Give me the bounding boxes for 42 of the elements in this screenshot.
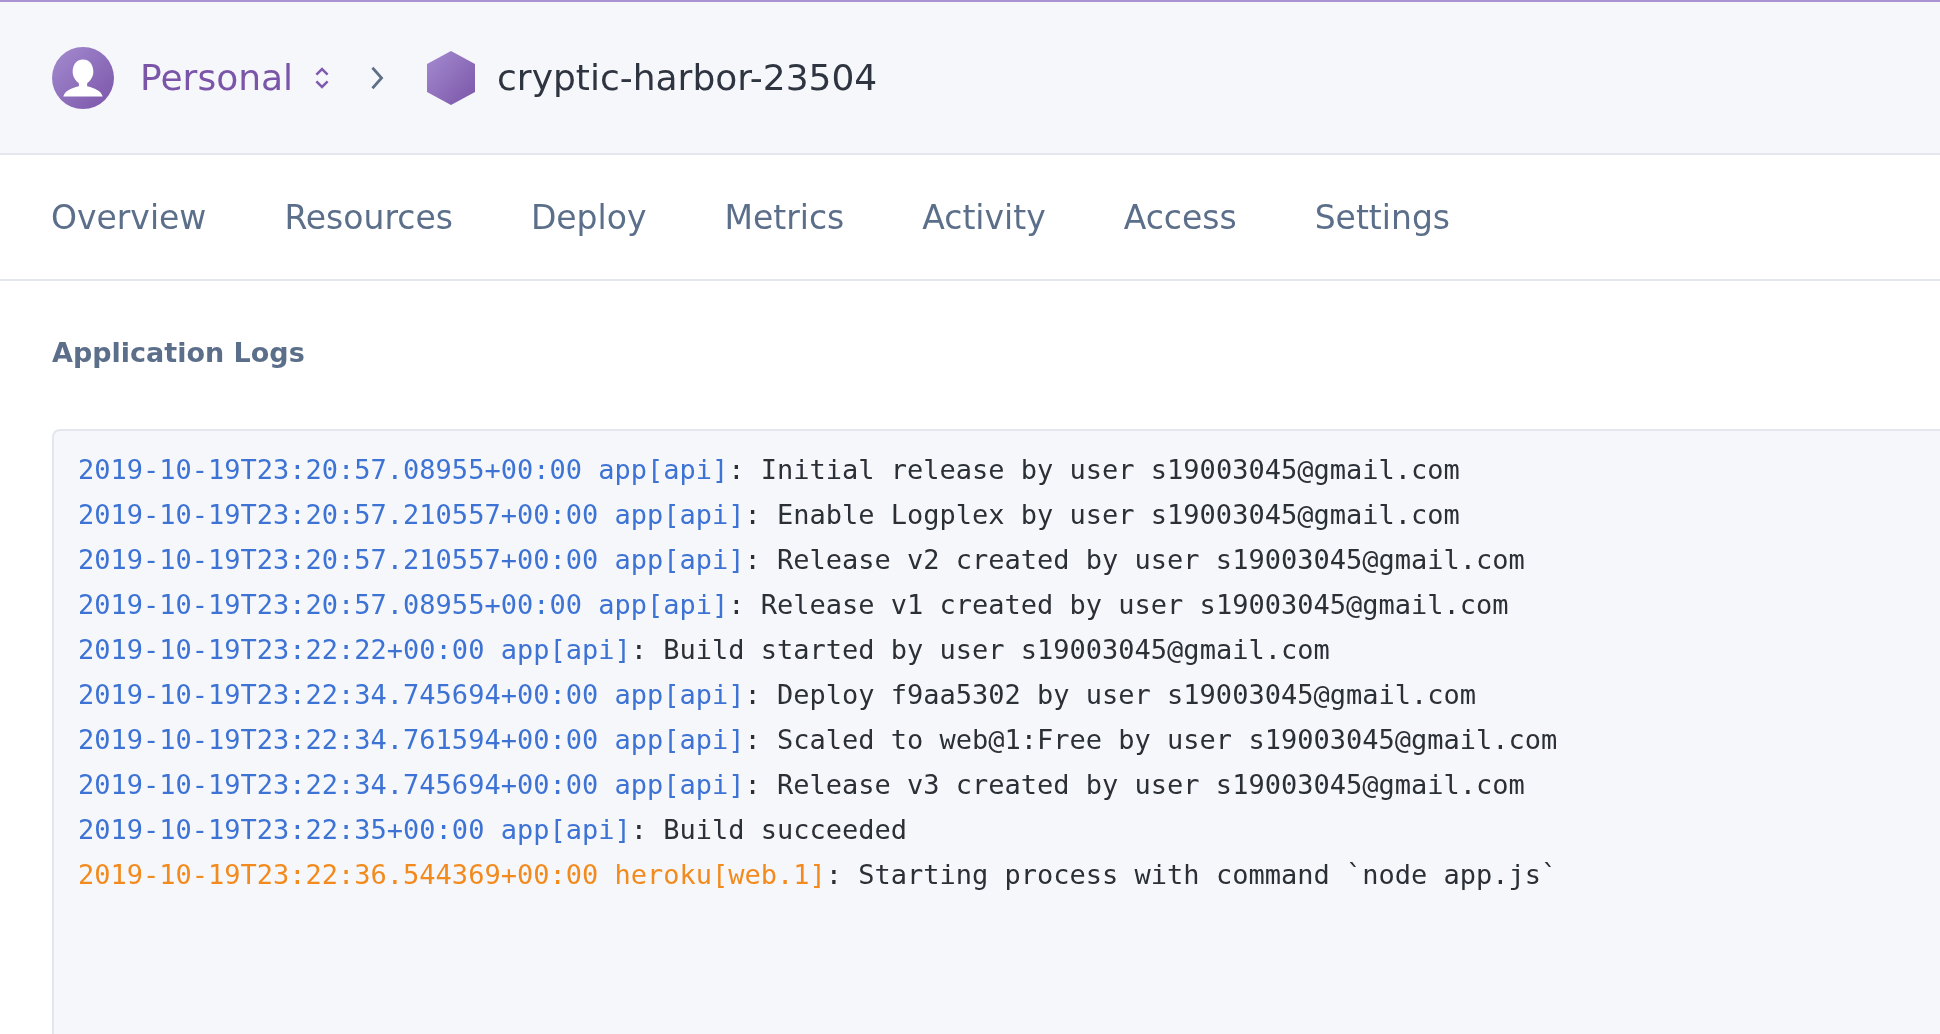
log-message: : Release v1 created by user s19003045@gmail.com — [728, 589, 1509, 620]
user-avatar-icon — [52, 46, 114, 109]
log-source: app[api] — [500, 814, 631, 845]
log-message: : Build started by user s19003045@gmail.com — [630, 634, 1330, 665]
nav-tab[interactable]: Deploy — [530, 197, 647, 237]
nav-tab[interactable]: Activity — [922, 197, 1046, 237]
account-switcher[interactable]: Personal — [140, 57, 294, 98]
log-source: app[api] — [598, 589, 729, 620]
log-timestamp: 2019-10-19T23:22:34.761594+00:00 — [78, 724, 599, 755]
log-source: app[api] — [614, 499, 745, 530]
log-message: : Scaled to web@1:Free by user s19003045@gmail.com — [744, 724, 1558, 755]
log-source: app[api] — [614, 769, 745, 800]
log-source: app[api] — [614, 724, 745, 755]
log-timestamp: 2019-10-19T23:20:57.08955+00:00 — [78, 454, 582, 485]
log-timestamp: 2019-10-19T23:20:57.210557+00:00 — [78, 499, 599, 530]
log-message: : Enable Logplex by user s19003045@gmail.com — [744, 499, 1460, 530]
log-timestamp: 2019-10-19T23:20:57.210557+00:00 — [78, 544, 599, 575]
log-timestamp: 2019-10-19T23:22:35+00:00 — [78, 814, 485, 845]
log-message: : Initial release by user s19003045@gmail.com — [728, 454, 1460, 485]
section-title: Application Logs — [52, 337, 306, 370]
log-message: : Release v3 created by user s19003045@gmail.com — [744, 769, 1525, 800]
app-name: cryptic-harbor-23504 — [497, 57, 878, 98]
log-message: : Starting process with command `node app.js` — [825, 859, 1558, 890]
log-source: app[api] — [614, 679, 745, 710]
nav-tab[interactable]: Resources — [284, 197, 453, 237]
log-message: : Build succeeded — [630, 814, 908, 845]
log-source: app[api] — [614, 544, 745, 575]
log-timestamp: 2019-10-19T23:22:34.745694+00:00 — [78, 679, 599, 710]
log-source: app[api] — [598, 454, 729, 485]
log-timestamp: 2019-10-19T23:22:36.544369+00:00 — [78, 859, 599, 890]
log-source: heroku[web.1] — [614, 859, 826, 890]
nav-tab[interactable]: Settings — [1314, 197, 1451, 237]
log-message: : Deploy f9aa5302 by user s19003045@gmail.com — [744, 679, 1476, 710]
log-timestamp: 2019-10-19T23:22:34.745694+00:00 — [78, 769, 599, 800]
log-message: : Release v2 created by user s19003045@gmail.com — [744, 544, 1525, 575]
log-timestamp: 2019-10-19T23:22:22+00:00 — [78, 634, 485, 665]
log-timestamp: 2019-10-19T23:20:57.08955+00:00 — [78, 589, 582, 620]
nav-tab[interactable]: Access — [1123, 197, 1237, 237]
log-source: app[api] — [500, 634, 631, 665]
app-hexagon-icon — [425, 49, 478, 106]
nav-tab[interactable]: Metrics — [724, 197, 845, 237]
nav-tab[interactable]: Overview — [51, 197, 207, 237]
